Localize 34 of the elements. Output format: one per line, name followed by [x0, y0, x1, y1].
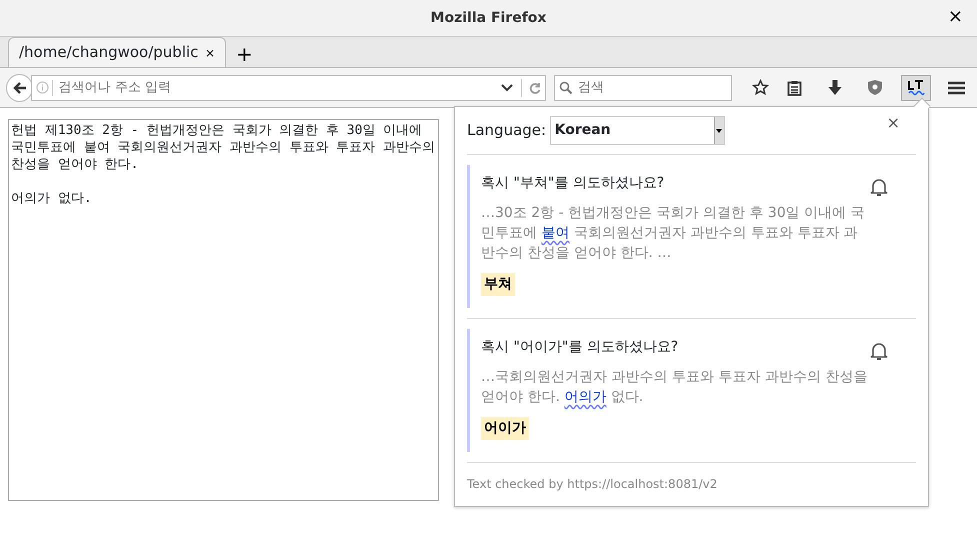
url-input[interactable]: 검색어나 주소 입력 [56, 76, 498, 98]
dropdown-icon [716, 128, 722, 132]
language-label: Language: [467, 120, 546, 142]
message-text: 혹시 "어이가"를 의도하셨나요? [481, 338, 678, 357]
error-word[interactable]: 붙여 [541, 225, 570, 241]
text-area[interactable]: 헌법 제130조 2항 - 헌법개정안은 국회가 의결한 후 30일 이내에 국민투표에 붙여 국회의원선거권자 과반수의 투표와 투표자 과반수의 찬성을 얻어야 한다. 어의가 없다. [8, 119, 439, 501]
message-text: 혹시 "부쳐"를 의도하셨나요? [481, 174, 664, 193]
url-field[interactable]: 검색어나 주소 입력 [31, 74, 546, 100]
error-word[interactable]: 어의가 [564, 389, 606, 405]
context-text: …국회의원선거권자 과반수의 투표와 투표자 과반수의 찬성을 얻어야 한다. 어의가 없다. [481, 368, 868, 407]
info-icon [36, 81, 49, 94]
bell-icon[interactable] [870, 341, 888, 361]
language-select[interactable]: Korean [550, 116, 725, 145]
tab[interactable]: /home/changwoo/public × [8, 37, 226, 67]
tab-title: /home/changwoo/public [19, 42, 198, 64]
language-tool-icon[interactable] [900, 74, 930, 100]
back-arrow-icon [12, 80, 27, 94]
language-value: Korean [554, 121, 611, 140]
suggestion-button[interactable]: 어이가 [481, 417, 529, 440]
bell-icon[interactable] [870, 177, 888, 197]
window-title: Mozilla Firefox [430, 8, 546, 28]
close-button[interactable]: × [886, 115, 900, 131]
new-tab-button[interactable]: + [226, 44, 263, 64]
dropdown-icon[interactable] [501, 84, 513, 92]
footer-text: Text checked by https://localhost:8081/v2 [467, 462, 916, 505]
search-input[interactable]: 검색 [576, 76, 730, 98]
back-button[interactable] [6, 74, 34, 102]
search-field[interactable]: 검색 [554, 74, 732, 100]
search-icon [558, 80, 572, 94]
suggestion-button[interactable]: 부쳐 [481, 273, 515, 296]
context-text: …30조 2항 - 헌법개정안은 국회가 의결한 후 30일 이내에 국민투표에 붙여 국회의원선거권자 과반수의 투표와 투표자 과반수의 찬성을 얻어야 한다. … [481, 204, 866, 263]
reload-icon[interactable] [529, 82, 541, 94]
close-button[interactable]: × [948, 8, 963, 26]
close-tab-button[interactable]: × [204, 44, 215, 62]
